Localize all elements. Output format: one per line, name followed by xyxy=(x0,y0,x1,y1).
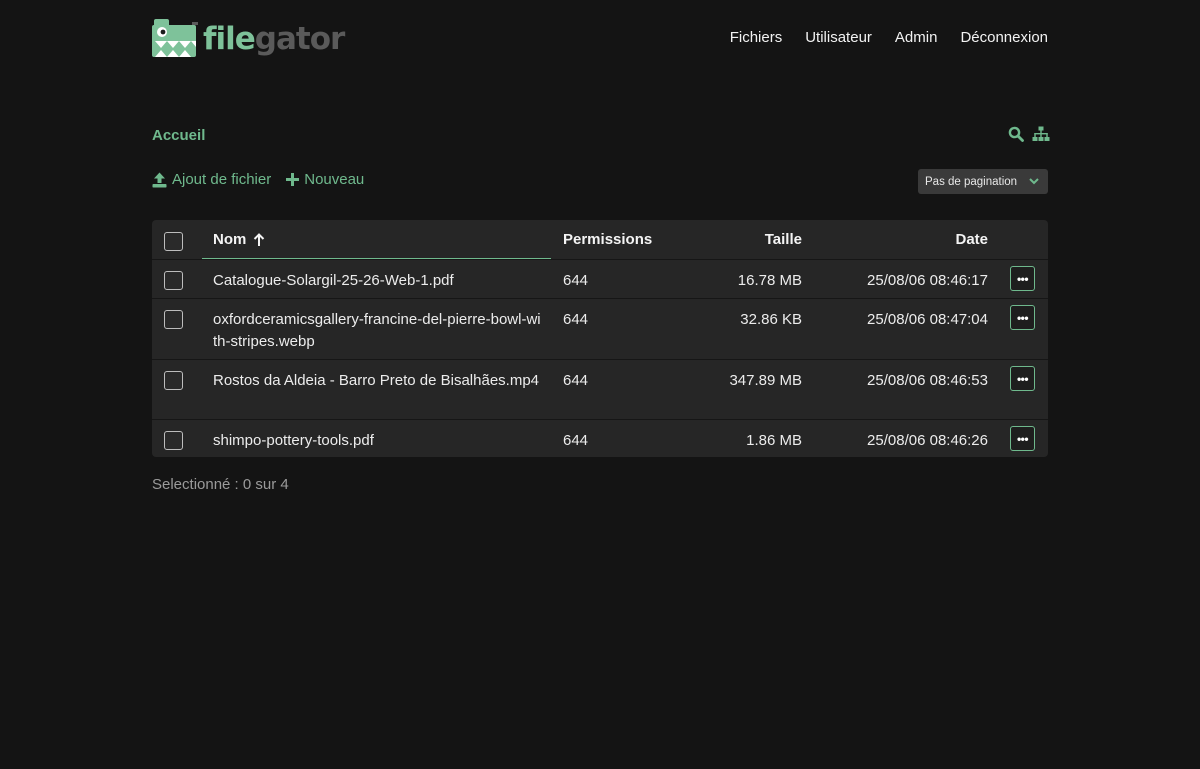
table-row[interactable]: shimpo-pottery-tools.pdf 644 1.86 MB 25/… xyxy=(152,419,1048,457)
row-check-cell xyxy=(152,360,202,419)
gator-logo-icon xyxy=(152,19,198,57)
file-date: 25/08/06 08:46:53 xyxy=(867,372,988,389)
row-menu-cell: ••• xyxy=(988,420,1048,457)
file-name[interactable]: shimpo-pottery-tools.pdf xyxy=(202,420,552,457)
row-checkbox[interactable] xyxy=(164,371,183,390)
table-row[interactable]: Rostos da Aldeia - Barro Preto de Bisalh… xyxy=(152,359,1048,419)
filegator-logo[interactable]: filegator xyxy=(152,19,345,57)
upload-button[interactable]: Ajout de fichier xyxy=(152,171,271,188)
row-check-cell xyxy=(152,299,202,359)
sitemap-icon[interactable] xyxy=(1032,126,1050,142)
row-menu-cell: ••• xyxy=(988,260,1048,298)
upload-icon xyxy=(152,172,167,187)
ellipsis-icon: ••• xyxy=(1016,271,1029,286)
selection-status: Selectionné : 0 sur 4 xyxy=(152,476,289,493)
plus-icon xyxy=(286,173,300,186)
breadcrumb-home[interactable]: Accueil xyxy=(152,127,205,144)
file-size: 32.86 KB xyxy=(740,311,802,328)
more-options-button[interactable]: ••• xyxy=(1010,426,1035,451)
permissions-header[interactable]: Permissions xyxy=(552,220,677,259)
nav-admin[interactable]: Admin xyxy=(895,29,938,46)
nav-user[interactable]: Utilisateur xyxy=(805,29,872,46)
nav-logout[interactable]: Déconnexion xyxy=(960,29,1048,46)
name-header-label: Nom xyxy=(213,231,247,248)
file-permissions: 644 xyxy=(563,432,589,449)
file-size: 347.89 MB xyxy=(729,372,802,389)
select-all-cell xyxy=(152,220,202,259)
ellipsis-icon: ••• xyxy=(1016,310,1029,325)
ellipsis-icon: ••• xyxy=(1016,371,1029,386)
table-header: Nom Permissions Taille Date xyxy=(152,220,1048,259)
file-date: 25/08/06 08:47:04 xyxy=(867,311,988,328)
file-permissions: 644 xyxy=(563,272,589,289)
row-check-cell xyxy=(152,420,202,457)
ellipsis-icon: ••• xyxy=(1016,431,1029,446)
file-table: Nom Permissions Taille Date Catalogue-So… xyxy=(152,220,1048,457)
file-permissions: 644 xyxy=(563,311,589,328)
pagination-select[interactable]: Pas de pagination xyxy=(918,169,1048,194)
sort-asc-icon xyxy=(254,233,265,246)
table-row[interactable]: oxfordceramicsgallery-francine-del-pierr… xyxy=(152,298,1048,359)
row-checkbox[interactable] xyxy=(164,271,183,290)
more-options-button[interactable]: ••• xyxy=(1010,266,1035,291)
new-label: Nouveau xyxy=(304,171,365,188)
file-date: 25/08/06 08:46:26 xyxy=(867,432,988,449)
nav-files[interactable]: Fichiers xyxy=(730,29,783,46)
search-icon[interactable] xyxy=(1008,126,1024,142)
more-options-button[interactable]: ••• xyxy=(1010,366,1035,391)
row-check-cell xyxy=(152,260,202,298)
size-header[interactable]: Taille xyxy=(677,220,802,259)
file-name[interactable]: Catalogue-Solargil-25-26-Web-1.pdf xyxy=(202,260,552,298)
pagination-label: Pas de pagination xyxy=(925,175,1018,188)
file-actions: Ajout de fichier Nouveau xyxy=(152,171,364,188)
select-all-checkbox[interactable] xyxy=(164,232,183,251)
row-checkbox[interactable] xyxy=(164,431,183,450)
new-button[interactable]: Nouveau xyxy=(286,171,364,188)
row-menu-cell: ••• xyxy=(988,360,1048,419)
table-row[interactable]: Catalogue-Solargil-25-26-Web-1.pdf 644 1… xyxy=(152,259,1048,298)
top-nav: Fichiers Utilisateur Admin Déconnexion xyxy=(730,29,1048,46)
app-root: filegator Fichiers Utilisateur Admin Déc… xyxy=(0,0,1200,769)
date-header[interactable]: Date xyxy=(802,220,988,259)
logo-text: filegator xyxy=(203,20,345,57)
chevron-down-icon xyxy=(1029,178,1039,185)
file-date: 25/08/06 08:46:17 xyxy=(867,272,988,289)
file-name[interactable]: Rostos da Aldeia - Barro Preto de Bisalh… xyxy=(202,360,552,419)
name-header[interactable]: Nom xyxy=(202,220,552,259)
view-tools xyxy=(1008,126,1050,142)
file-name[interactable]: oxfordceramicsgallery-francine-del-pierr… xyxy=(202,299,552,359)
file-permissions: 644 xyxy=(563,372,589,389)
file-size: 16.78 MB xyxy=(737,272,802,289)
upload-label: Ajout de fichier xyxy=(172,171,272,188)
file-size: 1.86 MB xyxy=(746,432,802,449)
menu-header xyxy=(988,220,1048,259)
more-options-button[interactable]: ••• xyxy=(1010,305,1035,330)
row-checkbox[interactable] xyxy=(164,310,183,329)
row-menu-cell: ••• xyxy=(988,299,1048,359)
